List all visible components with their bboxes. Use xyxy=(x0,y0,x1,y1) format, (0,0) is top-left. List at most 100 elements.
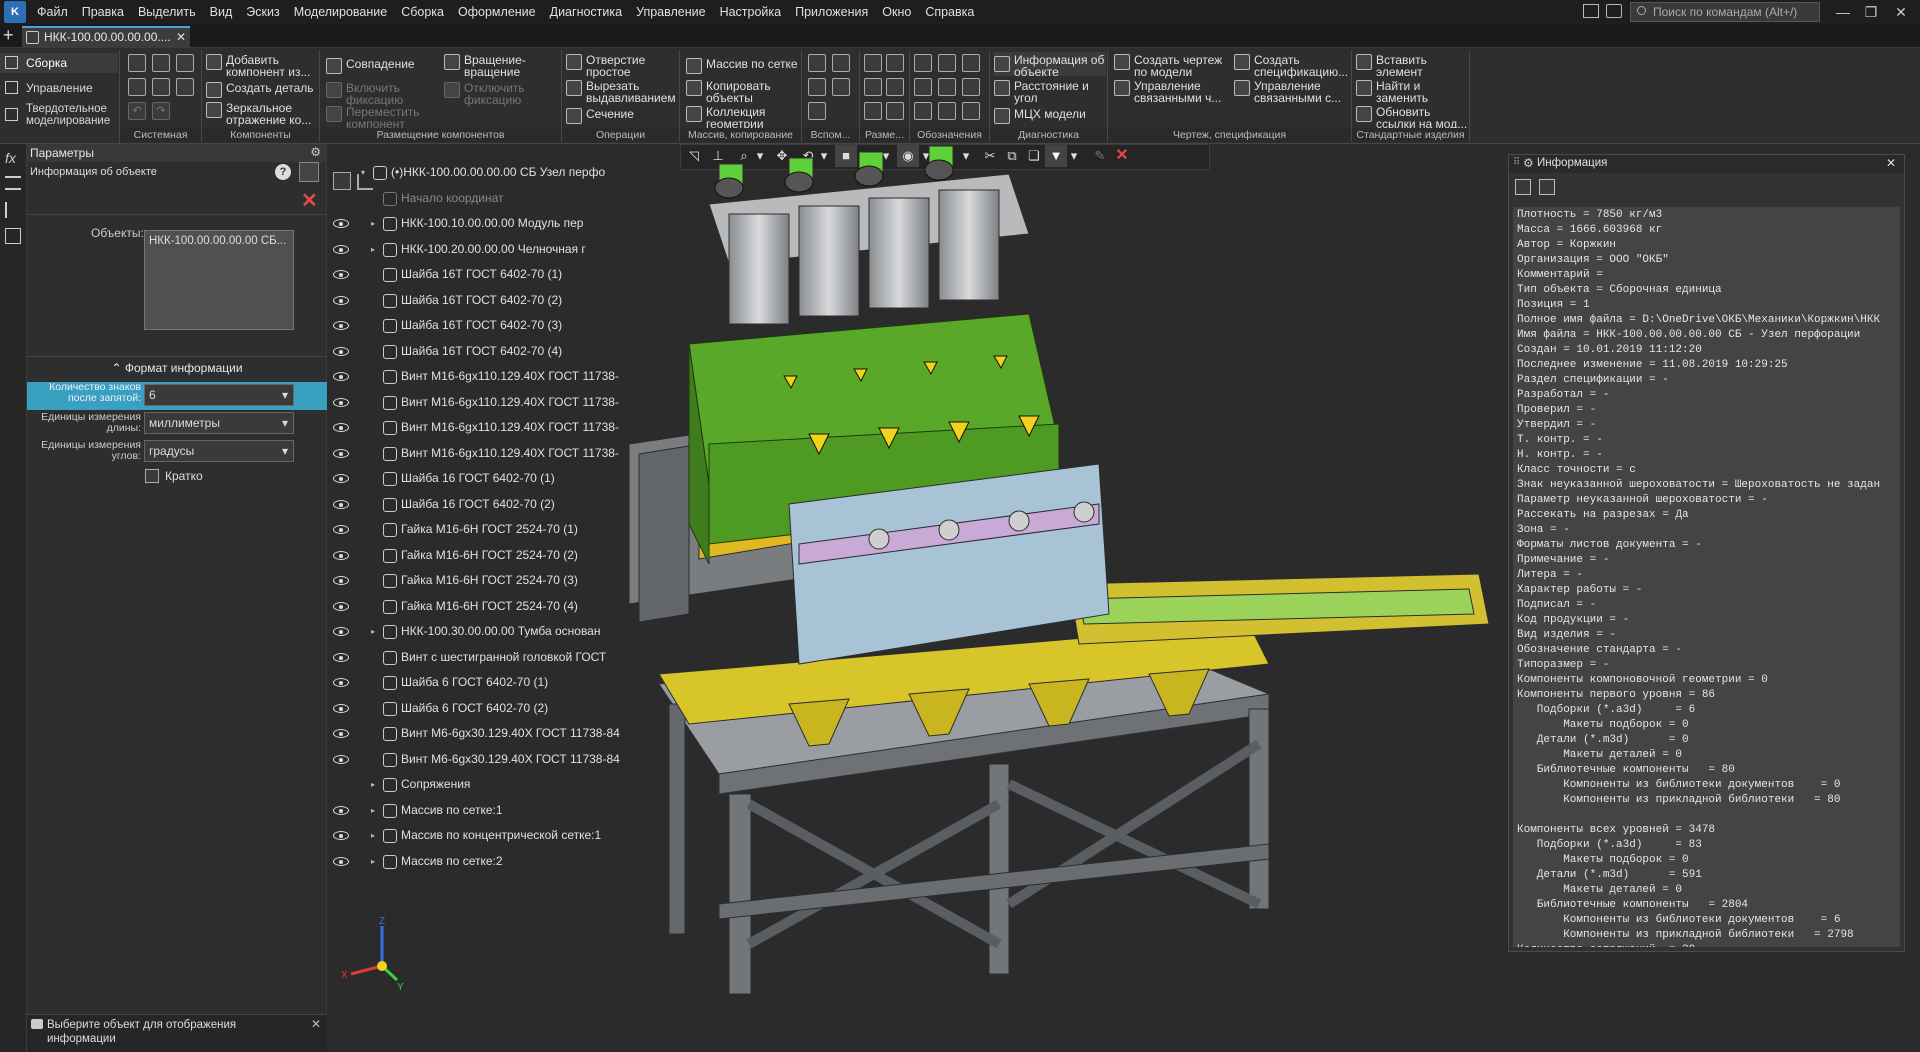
mode-solid[interactable]: Твердотельное моделирование xyxy=(0,102,118,132)
roughness-icon[interactable] xyxy=(962,54,980,72)
copy-objects-button[interactable]: Копировать объекты xyxy=(686,80,800,104)
add-component-button[interactable]: Добавить компонент из... xyxy=(206,54,318,78)
create-part-button[interactable]: Создать деталь xyxy=(206,82,318,98)
tree-item[interactable]: Шайба 16 ГОСТ 6402-70 (1) xyxy=(327,466,629,491)
line-icon[interactable] xyxy=(808,102,826,120)
visibility-eye-icon[interactable] xyxy=(333,525,349,534)
plane-icon[interactable] xyxy=(808,54,826,72)
hole-button[interactable]: Отверстие простое xyxy=(566,54,678,78)
tree-item[interactable]: Шайба 16 ГОСТ 6402-70 (2) xyxy=(327,492,629,517)
list-icon[interactable] xyxy=(5,176,21,190)
visibility-eye-icon[interactable] xyxy=(333,754,349,764)
coincidence-button[interactable]: Совпадение xyxy=(326,58,436,74)
disable-fix-button[interactable]: Отключить фиксацию xyxy=(444,82,558,106)
visibility-eye-icon[interactable] xyxy=(333,474,349,483)
tree-item[interactable]: Начало координат xyxy=(327,186,629,211)
visibility-eye-icon[interactable] xyxy=(333,372,349,381)
create-spec-button[interactable]: Создать спецификацию... xyxy=(1234,54,1350,78)
move-component-button[interactable]: Переместить компонент xyxy=(326,106,436,130)
symbol-icon[interactable] xyxy=(962,102,980,120)
visibility-eye-icon[interactable] xyxy=(333,397,349,407)
menu-item[interactable]: Вид xyxy=(203,0,240,24)
geom-collection-button[interactable]: Коллекция геометрии xyxy=(686,106,800,130)
expand-right-icon[interactable]: ▸ xyxy=(371,823,375,848)
mode-management[interactable]: Управление xyxy=(0,78,118,98)
document-tab[interactable]: НКК-100.00.00.00.00.... ✕ xyxy=(22,26,190,48)
find-replace-button[interactable]: Найти и заменить xyxy=(1356,80,1468,104)
expand-right-icon[interactable]: ▸ xyxy=(371,849,375,874)
tree-item[interactable]: Винт М6-6gx30.129.40Х ГОСТ 11738-84 xyxy=(327,721,629,746)
visibility-eye-icon[interactable] xyxy=(333,321,349,330)
angle-units-select[interactable]: градусы xyxy=(144,440,294,462)
visibility-eye-icon[interactable] xyxy=(333,423,349,432)
tree-item[interactable]: Винт М16-6gx110.129.40Х ГОСТ 11738- xyxy=(327,441,629,466)
tree-item[interactable]: Шайба 16Т ГОСТ 6402-70 (3) xyxy=(327,313,629,338)
objects-list[interactable]: НКК-100.00.00.00.00 СБ... xyxy=(144,230,294,330)
tree-icon[interactable] xyxy=(5,202,21,218)
visibility-eye-icon[interactable] xyxy=(333,576,349,585)
info-print-icon[interactable] xyxy=(1539,179,1555,195)
marking-icon[interactable] xyxy=(914,102,932,120)
new-file-icon[interactable] xyxy=(128,54,146,72)
create-drawing-button[interactable]: Создать чертеж по модели xyxy=(1114,54,1226,78)
visibility-eye-icon[interactable] xyxy=(333,448,349,458)
diameter-dim-icon[interactable] xyxy=(886,78,904,96)
menu-item[interactable]: Приложения xyxy=(788,0,875,24)
expand-right-icon[interactable]: ▸ xyxy=(371,772,375,797)
base-icon[interactable] xyxy=(938,54,956,72)
visibility-eye-icon[interactable] xyxy=(333,678,349,687)
open-file-icon[interactable] xyxy=(152,54,170,72)
axis-icon[interactable] xyxy=(832,54,850,72)
position-icon[interactable] xyxy=(914,78,932,96)
tree-item[interactable]: Шайба 16Т ГОСТ 6402-70 (2) xyxy=(327,288,629,313)
visibility-eye-icon[interactable] xyxy=(333,831,349,840)
expand-right-icon[interactable]: ▸ xyxy=(371,619,375,644)
menu-item[interactable]: Управление xyxy=(629,0,713,24)
visibility-eye-icon[interactable] xyxy=(333,729,349,738)
manage-linked-drawings-button[interactable]: Управление связанными ч... xyxy=(1114,80,1226,104)
chamfer-dim-icon[interactable] xyxy=(864,102,882,120)
object-info-button[interactable]: Информация об объекте xyxy=(994,52,1106,78)
menu-item[interactable]: Диагностика xyxy=(543,0,629,24)
visibility-eye-icon[interactable] xyxy=(333,805,349,815)
tree-item[interactable]: Гайка М16-6Н ГОСТ 2524-70 (1) xyxy=(327,517,629,542)
tree-item[interactable]: Гайка М16-6Н ГОСТ 2524-70 (3) xyxy=(327,568,629,593)
tree-item[interactable]: Шайба 16Т ГОСТ 6402-70 (4) xyxy=(327,339,629,364)
arc-dim-icon[interactable] xyxy=(886,102,904,120)
expand-right-icon[interactable]: ▸ xyxy=(371,798,375,823)
preview-icon[interactable] xyxy=(152,78,170,96)
menu-item[interactable]: Настройка xyxy=(713,0,789,24)
length-units-select[interactable]: миллиметры xyxy=(144,412,294,434)
tree-item[interactable]: ▸ Сопряжения xyxy=(327,772,629,797)
visibility-eye-icon[interactable] xyxy=(333,295,349,305)
section-button[interactable]: Сечение xyxy=(566,108,678,124)
manage-linked-specs-button[interactable]: Управление связанными с... xyxy=(1234,80,1350,104)
tolerance-icon[interactable] xyxy=(938,78,956,96)
formula-icon[interactable]: fx xyxy=(5,150,16,166)
tree-item[interactable]: Винт М16-6gx110.129.40Х ГОСТ 11738- xyxy=(327,390,629,415)
info-save-icon[interactable] xyxy=(1515,179,1531,195)
menu-item[interactable]: Эскиз xyxy=(239,0,286,24)
visibility-eye-icon[interactable] xyxy=(333,550,349,560)
tree-item[interactable]: ▸ НКК-100.30.00.00.00 Тумба основан xyxy=(327,619,629,644)
distance-angle-button[interactable]: Расстояние и угол xyxy=(994,80,1106,104)
save-icon[interactable] xyxy=(176,54,194,72)
tree-item[interactable]: Шайба 6 ГОСТ 6402-70 (2) xyxy=(327,696,629,721)
command-search-input[interactable]: Поиск по командам (Alt+/) xyxy=(1630,2,1820,22)
model-viewport[interactable] xyxy=(629,144,1509,1052)
visibility-eye-icon[interactable] xyxy=(333,499,349,509)
tree-item[interactable]: Винт с шестигранной головкой ГОСТ xyxy=(327,645,629,670)
radius-dim-icon[interactable] xyxy=(864,78,882,96)
weld-icon[interactable] xyxy=(962,78,980,96)
rotate-button[interactable]: Вращение-вращение xyxy=(444,54,558,78)
tree-item[interactable]: Винт М6-6gx30.129.40Х ГОСТ 11738-84 xyxy=(327,747,629,772)
cancel-icon[interactable]: ✕ xyxy=(301,188,318,213)
menu-item[interactable]: Выделить xyxy=(131,0,203,24)
menu-item[interactable]: Оформление xyxy=(451,0,543,24)
angle-dim-icon[interactable] xyxy=(886,54,904,72)
tree-item[interactable]: ▾ (•)НКК-100.00.00.00.00 СБ Узел перфо xyxy=(327,160,629,185)
enable-fix-button[interactable]: Включить фиксацию xyxy=(326,82,436,106)
visibility-eye-icon[interactable] xyxy=(333,856,349,866)
close-icon[interactable]: ✕ xyxy=(1888,2,1914,22)
expand-down-icon[interactable]: ▾ xyxy=(361,160,365,185)
